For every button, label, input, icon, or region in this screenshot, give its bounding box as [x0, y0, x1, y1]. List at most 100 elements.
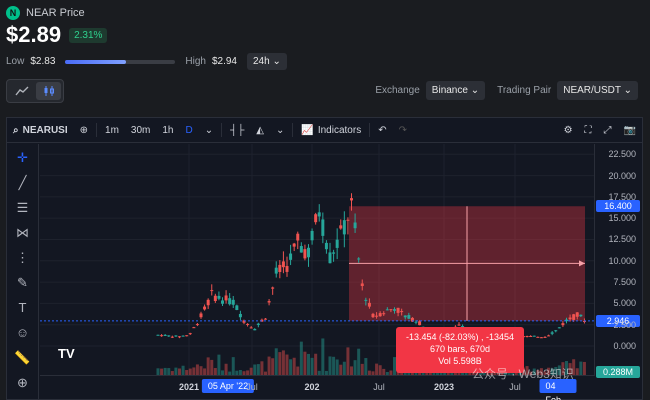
candle-body — [267, 301, 271, 303]
interval-1h[interactable]: 1h — [156, 118, 179, 142]
exchange-dropdown[interactable]: Binance ⌄ — [425, 81, 486, 100]
candle-body — [238, 313, 242, 318]
candle-body — [554, 330, 558, 332]
candle-body — [246, 323, 250, 325]
low-value: $2.83 — [30, 56, 56, 67]
candle-body — [278, 264, 282, 272]
tradingview-chart: ⌕ NEARUSI ⊕ 1m 30m 1h D ⌄ ┤├ ◭ ⌄ 📈 Indic… — [6, 117, 643, 400]
candle-body — [378, 313, 382, 317]
chart-toolbar: ⌕ NEARUSI ⊕ 1m 30m 1h D ⌄ ┤├ ◭ ⌄ 📈 Indic… — [7, 118, 642, 143]
candle-body — [335, 239, 339, 248]
candle-body — [357, 258, 361, 260]
volume-label: 0.288M — [596, 366, 640, 378]
interval-30m[interactable]: 30m — [125, 118, 156, 142]
interval-1m[interactable]: 1m — [99, 118, 125, 142]
volume-bar — [303, 351, 307, 376]
y-tick-label: 10.000 — [608, 255, 636, 266]
x-tick-label: 2023 — [433, 382, 455, 392]
zoom-in-tool[interactable]: ⊕ — [13, 373, 33, 392]
search-icon: ⌕ — [13, 124, 19, 136]
chart-style-dropdown[interactable]: ⌄ — [270, 118, 290, 142]
candle-body — [407, 315, 411, 319]
candle-body — [264, 318, 267, 320]
line-chart-button[interactable] — [9, 82, 34, 100]
plus-circle-icon: ⊕ — [79, 124, 89, 136]
candle-body — [249, 327, 253, 329]
candle-body — [213, 295, 217, 302]
candle-body — [274, 267, 278, 274]
candle-body — [178, 336, 181, 338]
measure-change: -13.454 (-82.03%) , -13454 — [405, 332, 515, 342]
period-dropdown[interactable]: 24h ⌄ — [247, 53, 287, 70]
pattern-icon: ⋈ — [16, 224, 29, 240]
tradingview-logo: TV — [58, 346, 75, 361]
toolbar-divider — [292, 123, 294, 137]
fullscreen-button[interactable]: ⛶ — [579, 118, 598, 142]
y-tick-label: 7.500 — [613, 277, 636, 288]
area-chart-icon: ◭ — [256, 124, 264, 136]
indicators-label: Indicators — [317, 124, 362, 136]
high-value: $2.94 — [211, 56, 237, 67]
snapshot-button[interactable]: 📷 — [618, 118, 642, 142]
candle-body — [310, 230, 314, 241]
pattern-tool[interactable]: ⋈ — [13, 223, 33, 242]
prediction-tool[interactable]: ⋮ — [13, 248, 33, 267]
candle-body — [289, 253, 293, 260]
pair-dropdown[interactable]: NEAR/USDT ⌄ — [557, 81, 638, 100]
candle-chart-button[interactable] — [36, 82, 61, 100]
candle-body — [167, 335, 171, 337]
toolbar-divider — [96, 123, 98, 137]
candle-body — [253, 329, 257, 331]
candle-body — [195, 324, 199, 326]
candle-body — [346, 219, 350, 221]
emoji-tool[interactable]: ☺ — [13, 323, 33, 342]
y-tick-label: 15.000 — [608, 213, 636, 224]
chart-type-toggle — [6, 79, 64, 103]
candle-body — [314, 214, 318, 223]
brush-tool[interactable]: ✎ — [13, 273, 33, 292]
interval-dropdown[interactable]: ⌄ — [199, 118, 219, 142]
expand-button[interactable]: ⤢ — [598, 118, 618, 142]
candle-body — [185, 335, 189, 337]
exchange-label: Exchange — [375, 85, 420, 96]
redo-button[interactable]: ↷ — [393, 118, 413, 142]
volume-bar — [321, 338, 325, 376]
bar-style-button[interactable]: ┤├ — [224, 118, 250, 142]
symbol-search[interactable]: ⌕ NEARUSI — [7, 118, 74, 142]
compare-button[interactable]: ⊕ — [74, 118, 94, 142]
candle-body — [303, 249, 307, 259]
candle-body — [389, 309, 393, 311]
period-value: 24h — [253, 56, 270, 67]
fib-tool[interactable]: ☰ — [13, 198, 33, 217]
symbol-label: NEARUSI — [22, 124, 68, 136]
volume-bar — [289, 359, 293, 376]
undo-button[interactable]: ↶ — [372, 118, 392, 142]
crosshair-tool[interactable]: ✛ — [13, 148, 33, 167]
settings-button[interactable]: ⚙ — [558, 118, 579, 142]
zoom-in-icon: ⊕ — [17, 374, 28, 390]
candle-body — [575, 312, 579, 317]
range-bar — [65, 59, 176, 64]
x-tick-label: Jul — [246, 382, 258, 392]
candle-body — [160, 335, 164, 337]
indicators-icon: 📈 — [301, 124, 314, 136]
indicators-button[interactable]: 📈 Indicators — [295, 118, 367, 142]
price-axis[interactable]: 16.400 2.946 0.288M 22.500 20.000 17.500 15… — [594, 144, 642, 378]
volume-bar — [217, 354, 221, 376]
interval-d[interactable]: D — [180, 118, 199, 142]
trendline-tool[interactable]: ╱ — [13, 173, 33, 192]
gear-icon: ⚙ — [563, 124, 573, 136]
candle-body — [414, 321, 418, 323]
chevron-down-icon: ⌄ — [204, 124, 214, 136]
candle-body — [375, 315, 379, 317]
volume-bar — [342, 361, 346, 376]
candle-body — [532, 335, 536, 337]
y-tick-label: 12.500 — [608, 234, 636, 245]
volume-bar — [210, 359, 214, 376]
high-price-label: 16.400 — [596, 200, 640, 213]
candle-body — [156, 334, 160, 336]
text-tool[interactable]: T — [13, 298, 33, 317]
range-fill — [65, 59, 126, 64]
chart-style-button[interactable]: ◭ — [250, 118, 270, 142]
ruler-tool[interactable]: 📏 — [13, 348, 33, 367]
